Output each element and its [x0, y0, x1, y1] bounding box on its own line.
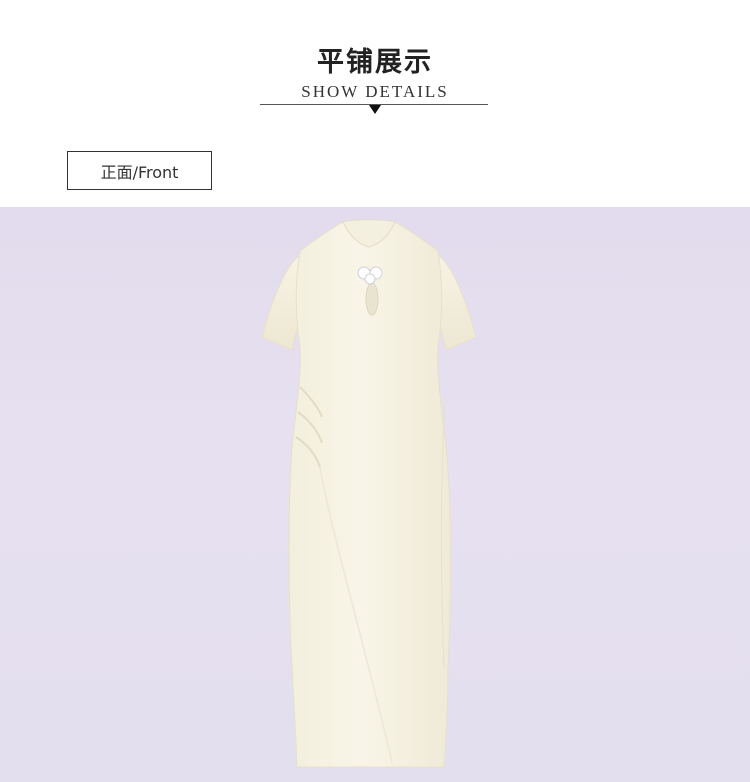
keyhole-opening [365, 282, 379, 316]
right-sleeve [437, 254, 477, 351]
dress-illustration [261, 219, 477, 768]
product-photo [0, 207, 750, 782]
view-label: 正面/Front [67, 151, 212, 190]
section-title-english: SHOW DETAILS [301, 82, 449, 101]
left-sleeve [261, 254, 301, 351]
view-label-text: 正面/Front [100, 162, 179, 182]
section-title-chinese: 平铺展示 [317, 47, 433, 78]
down-arrow-icon [369, 105, 381, 114]
